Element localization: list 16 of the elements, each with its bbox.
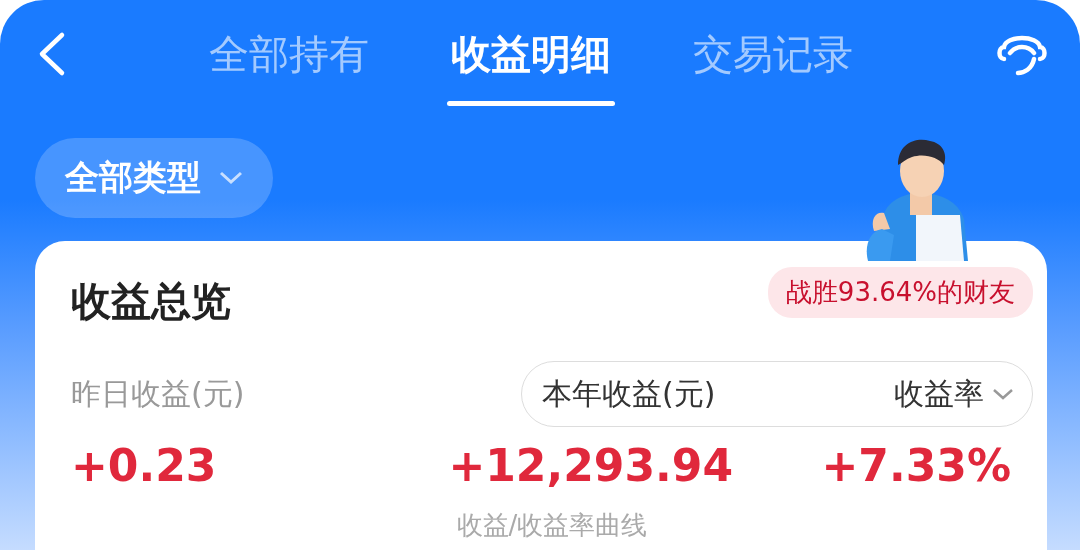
curve-link[interactable]: 收益/收益率曲线 [450,507,654,544]
rate-label: 收益率 [894,374,984,413]
ranking-badge: 战胜93.64%的财友 [767,266,1033,318]
chevron-down-icon [219,171,243,185]
card-title: 收益总览 [71,276,231,326]
year-value: +12,293.94 [448,439,733,491]
year-label: 本年收益(元) [542,374,716,413]
chevron-down-icon [992,387,1014,401]
yesterday-value: +0.23 [71,439,218,491]
tab[interactable]: 全部持有 [209,0,369,108]
tab[interactable]: 交易记录 [693,0,853,108]
type-filter[interactable]: 全部类型 [35,138,273,218]
metric-selector[interactable]: 本年收益(元) 收益率 [521,361,1033,427]
tab[interactable]: 收益明细 [447,0,615,108]
rate-value: +7.33% [820,439,1011,491]
yesterday-label: 昨日收益(元) [71,374,245,413]
